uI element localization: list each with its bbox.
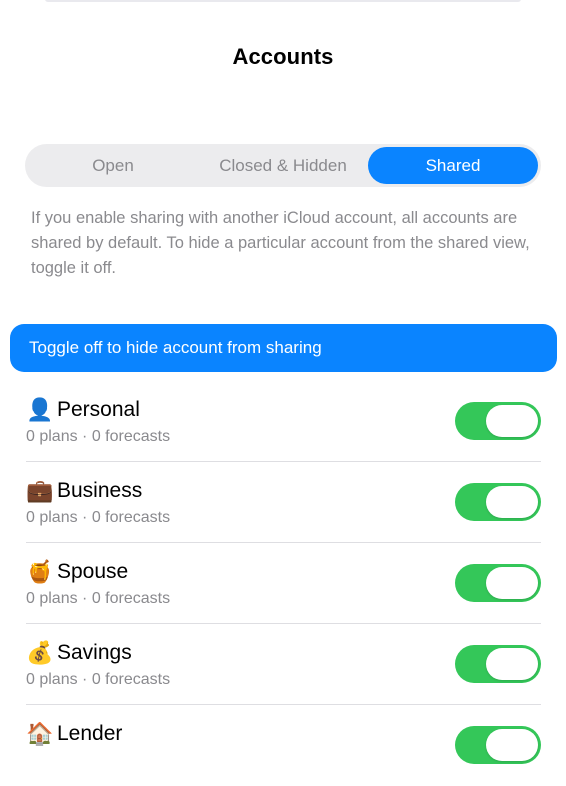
share-toggle-savings[interactable] (455, 645, 541, 683)
account-row-personal: 👤 Personal 0 plans · 0 forecasts (26, 381, 541, 462)
account-subtitle: 0 plans · 0 forecasts (26, 671, 171, 688)
account-title: 🏠 Lender (26, 721, 122, 747)
money-bag-icon: 💰 (26, 640, 54, 665)
briefcase-icon: 💼 (26, 478, 54, 503)
segment-open[interactable]: Open (28, 147, 198, 184)
account-name: Lender (57, 722, 123, 745)
account-name: Savings (57, 641, 132, 664)
share-toggle-personal[interactable] (455, 402, 541, 440)
toggle-knob (486, 486, 538, 518)
toggle-knob (486, 567, 538, 599)
share-toggle-lender[interactable] (455, 726, 541, 764)
page-title: Accounts (232, 44, 334, 69)
account-row-savings: 💰 Savings 0 plans · 0 forecasts (26, 624, 541, 705)
account-row-lender: 🏠 Lender (26, 705, 541, 786)
account-name: Spouse (57, 560, 129, 583)
account-subtitle: 0 plans · 0 forecasts (26, 590, 171, 607)
account-list: 👤 Personal 0 plans · 0 forecasts 💼 Busin… (26, 381, 541, 786)
sharing-info-text: If you enable sharing with another iClou… (31, 209, 530, 277)
toggle-knob (486, 405, 538, 437)
account-title: 🍯 Spouse (26, 559, 128, 585)
toggle-knob (486, 729, 538, 761)
account-filter-segmented-control[interactable]: Open Closed & Hidden Shared (25, 144, 541, 187)
honey-pot-icon: 🍯 (26, 559, 54, 584)
segment-shared[interactable]: Shared (368, 147, 538, 184)
account-title: 👤 Personal (26, 397, 140, 423)
segment-closed-hidden[interactable]: Closed & Hidden (198, 147, 368, 184)
account-row-spouse: 🍯 Spouse 0 plans · 0 forecasts (26, 543, 541, 624)
account-title: 💼 Business (26, 478, 142, 504)
toggle-knob (486, 648, 538, 680)
sheet-top-edge (45, 0, 521, 2)
house-icon: 🏠 (26, 721, 54, 746)
account-row-business: 💼 Business 0 plans · 0 forecasts (26, 462, 541, 543)
person-silhouette-icon: 👤 (26, 397, 54, 422)
toggle-hint-text: Toggle off to hide account from sharing (29, 338, 322, 357)
share-toggle-business[interactable] (455, 483, 541, 521)
toggle-hint-banner: Toggle off to hide account from sharing (10, 324, 557, 372)
account-name: Personal (57, 398, 140, 421)
account-name: Business (57, 479, 143, 502)
account-subtitle: 0 plans · 0 forecasts (26, 509, 171, 526)
account-title: 💰 Savings (26, 640, 132, 666)
share-toggle-spouse[interactable] (455, 564, 541, 602)
account-subtitle: 0 plans · 0 forecasts (26, 428, 171, 445)
